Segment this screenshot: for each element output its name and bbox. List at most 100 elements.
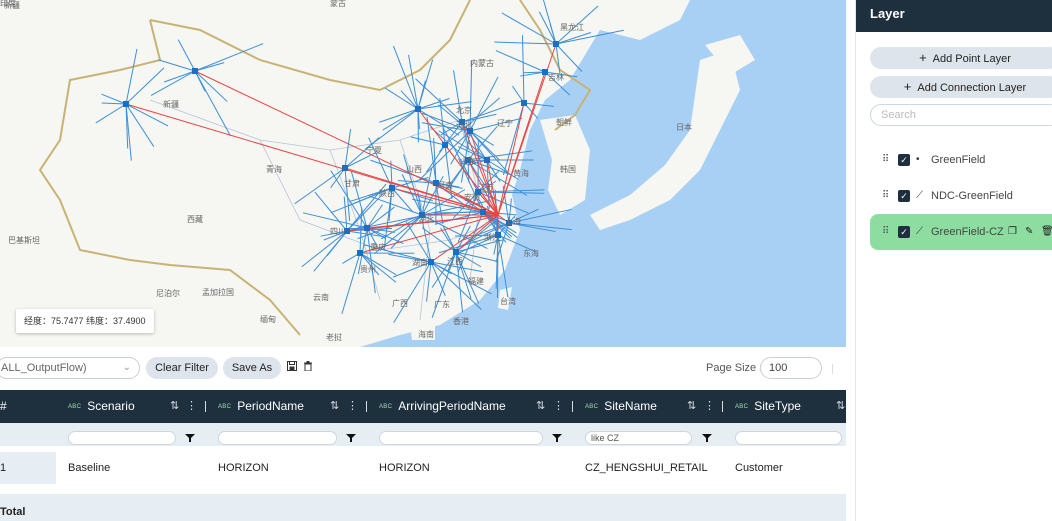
- map-label-henan: 河南: [437, 180, 453, 190]
- flow-spoke: [523, 71, 546, 74]
- column-resize-handle[interactable]: [205, 401, 206, 412]
- map-label-shandong: 山东: [460, 156, 476, 166]
- layer-item-greenfield[interactable]: ⠿ ✓ • GreenField: [870, 142, 1052, 178]
- layer-visibility-checkbox[interactable]: ✓: [898, 154, 910, 166]
- layer-item-greenfield-cz[interactable]: ⠿ ✓ ⟋ GreenField-CZ ❐ ✎ 🗑: [870, 214, 1052, 250]
- map-label-beijing: 北京: [456, 105, 472, 115]
- column-resize-handle[interactable]: [366, 401, 367, 412]
- add-connection-layer-label: Add Connection Layer: [917, 82, 1027, 94]
- map-label-ningxia: 宁夏: [366, 145, 382, 155]
- map-label-shanghai: 上海: [505, 216, 521, 226]
- map-label-xinjiang: 新疆: [163, 99, 179, 109]
- map-label-east-sea: 东海: [523, 248, 539, 258]
- map-canvas[interactable]: 新疆 蒙古黑龙江内蒙古吉林新疆北京河北 辽宁 朝鲜日本韩国青海甘肃宁夏山西山东黄海陕西…: [0, 0, 846, 347]
- plus-icon: +: [903, 79, 912, 94]
- map-label-guangxi: 广西: [392, 298, 408, 308]
- column-header-scenario[interactable]: ABC Scenario: [68, 390, 135, 423]
- map-label-taiwan: 台湾: [500, 296, 516, 306]
- grid-header: # ABC Scenario ⇅ ⋮ ABC PeriodName ⇅ ⋮ ABC A…: [0, 390, 846, 423]
- column-header-index[interactable]: #: [0, 390, 7, 423]
- chevron-down-icon: ⌄: [122, 362, 131, 373]
- table-row[interactable]: 1 Baseline HORIZON HORIZON CZ_HENGSHUI_R…: [0, 452, 846, 484]
- column-menu-icon[interactable]: ⋮: [704, 390, 715, 423]
- column-menu-icon[interactable]: ⋮: [553, 390, 564, 423]
- layer-name: GreenField: [931, 154, 986, 166]
- filter-input-scenario[interactable]: [68, 431, 176, 445]
- save-as-button[interactable]: Save As: [223, 357, 281, 379]
- column-resize-handle[interactable]: [572, 401, 573, 412]
- drag-handle-icon[interactable]: ⠿: [882, 190, 889, 202]
- map-label-japan: 日本: [676, 122, 692, 132]
- row-number: 1: [0, 452, 56, 484]
- filter-icon[interactable]: [346, 433, 356, 443]
- map-label-shaanxi: 陕西: [379, 188, 395, 198]
- layer-visibility-checkbox[interactable]: ✓: [898, 190, 910, 202]
- flow-map[interactable]: 新疆 蒙古 黑龙江 内蒙古 吉林 新疆 北京 河北 辽宁 朝鲜 日本 韩国 青海 甘肃 宁夏 山西 山东 黄海 陕西…: [0, 0, 846, 347]
- map-label-nepal: 尼泊尔: [156, 288, 180, 298]
- layer-name: GreenField-CZ: [931, 226, 1004, 238]
- cell-periodname: HORIZON: [218, 462, 269, 474]
- column-header-arrivingperiodname[interactable]: ABC ArrivingPeriodName: [379, 390, 506, 423]
- layer-panel: Layer + Add Point Layer + Add Connection L…: [855, 0, 1052, 521]
- clear-filter-button[interactable]: Clear Filter: [146, 357, 218, 379]
- layer-item-ndc-greenfield[interactable]: ⠿ ✓ ⟋ NDC-GreenField: [870, 178, 1052, 214]
- map-label-hubei: 湖北: [418, 215, 434, 224]
- filter-input-periodname[interactable]: [218, 431, 337, 445]
- sort-icon[interactable]: ⇅: [687, 390, 696, 423]
- filter-row: like CZ: [0, 423, 846, 446]
- save-icon[interactable]: [286, 361, 298, 373]
- trash-icon[interactable]: 🗑: [1041, 225, 1052, 239]
- layer-search-input[interactable]: Search: [870, 104, 1052, 126]
- drag-handle-icon[interactable]: ⠿: [882, 154, 889, 166]
- edit-icon[interactable]: ✎: [1025, 225, 1033, 239]
- map-label-yunnan: 云南: [313, 292, 329, 302]
- sort-icon[interactable]: ⇅: [836, 390, 845, 423]
- column-header-periodname[interactable]: ABC PeriodName: [218, 390, 304, 423]
- map-label-jiangxi: 江西: [447, 257, 463, 266]
- filter-input-sitename[interactable]: like CZ: [585, 431, 692, 445]
- filter-input-sitetype[interactable]: [735, 431, 842, 445]
- text-type-badge: ABC: [735, 404, 749, 410]
- site-marker: [357, 250, 363, 256]
- line-icon: ⟋: [916, 190, 923, 201]
- text-type-badge: ABC: [218, 404, 232, 410]
- japan-islands: [590, 50, 740, 230]
- map-label-jiangsu: 江苏: [478, 182, 494, 192]
- map-label-anhui: 安徽: [464, 192, 480, 202]
- filter-icon[interactable]: [185, 433, 195, 443]
- plus-icon: +: [919, 50, 927, 65]
- column-label: ArrivingPeriodName: [398, 399, 506, 413]
- sort-icon[interactable]: ⇅: [170, 390, 179, 423]
- map-label-myanmar: 缅甸: [260, 314, 276, 324]
- sort-icon[interactable]: ⇅: [536, 390, 545, 423]
- map-label-hunan: 湖南: [412, 257, 428, 267]
- add-point-layer-button[interactable]: + Add Point Layer: [870, 47, 1052, 69]
- trash-icon[interactable]: [302, 361, 314, 373]
- drag-handle-icon[interactable]: ⠿: [882, 226, 889, 238]
- column-resize-handle[interactable]: [722, 401, 723, 412]
- cell-scenario: Baseline: [68, 462, 111, 474]
- add-connection-layer-button[interactable]: + Add Connection Layer: [870, 76, 1052, 98]
- column-header-sitetype[interactable]: ABC SiteType: [735, 390, 801, 423]
- layer-visibility-checkbox[interactable]: ✓: [898, 226, 910, 238]
- map-label-liaoning: 辽宁: [497, 118, 513, 128]
- map-label-heilongjiang: 黑龙江: [560, 22, 584, 32]
- map-label-laos: 老挝: [326, 332, 342, 342]
- column-header-sitename[interactable]: ABC SiteName: [585, 390, 657, 423]
- line-icon: ⟋: [916, 226, 923, 237]
- view-select[interactable]: ALL_OutputFlow) ⌄: [0, 357, 140, 379]
- filter-icon[interactable]: [552, 433, 562, 443]
- site-marker: [428, 259, 434, 265]
- copy-icon[interactable]: ❐: [1008, 225, 1017, 239]
- grid-toolbar: ALL_OutputFlow) ⌄ Clear Filter Save As P…: [0, 352, 846, 384]
- filter-input-arrivingperiodname[interactable]: [379, 431, 543, 445]
- cell-sitetype: Customer: [735, 462, 783, 474]
- column-menu-icon[interactable]: ⋮: [186, 390, 197, 423]
- column-menu-icon[interactable]: ⋮: [347, 390, 358, 423]
- column-label: Scenario: [87, 399, 135, 413]
- site-marker: [484, 157, 490, 163]
- filter-icon[interactable]: [702, 433, 712, 443]
- site-marker: [521, 100, 527, 106]
- sort-icon[interactable]: ⇅: [330, 390, 339, 423]
- page-size-input[interactable]: 100: [760, 357, 822, 379]
